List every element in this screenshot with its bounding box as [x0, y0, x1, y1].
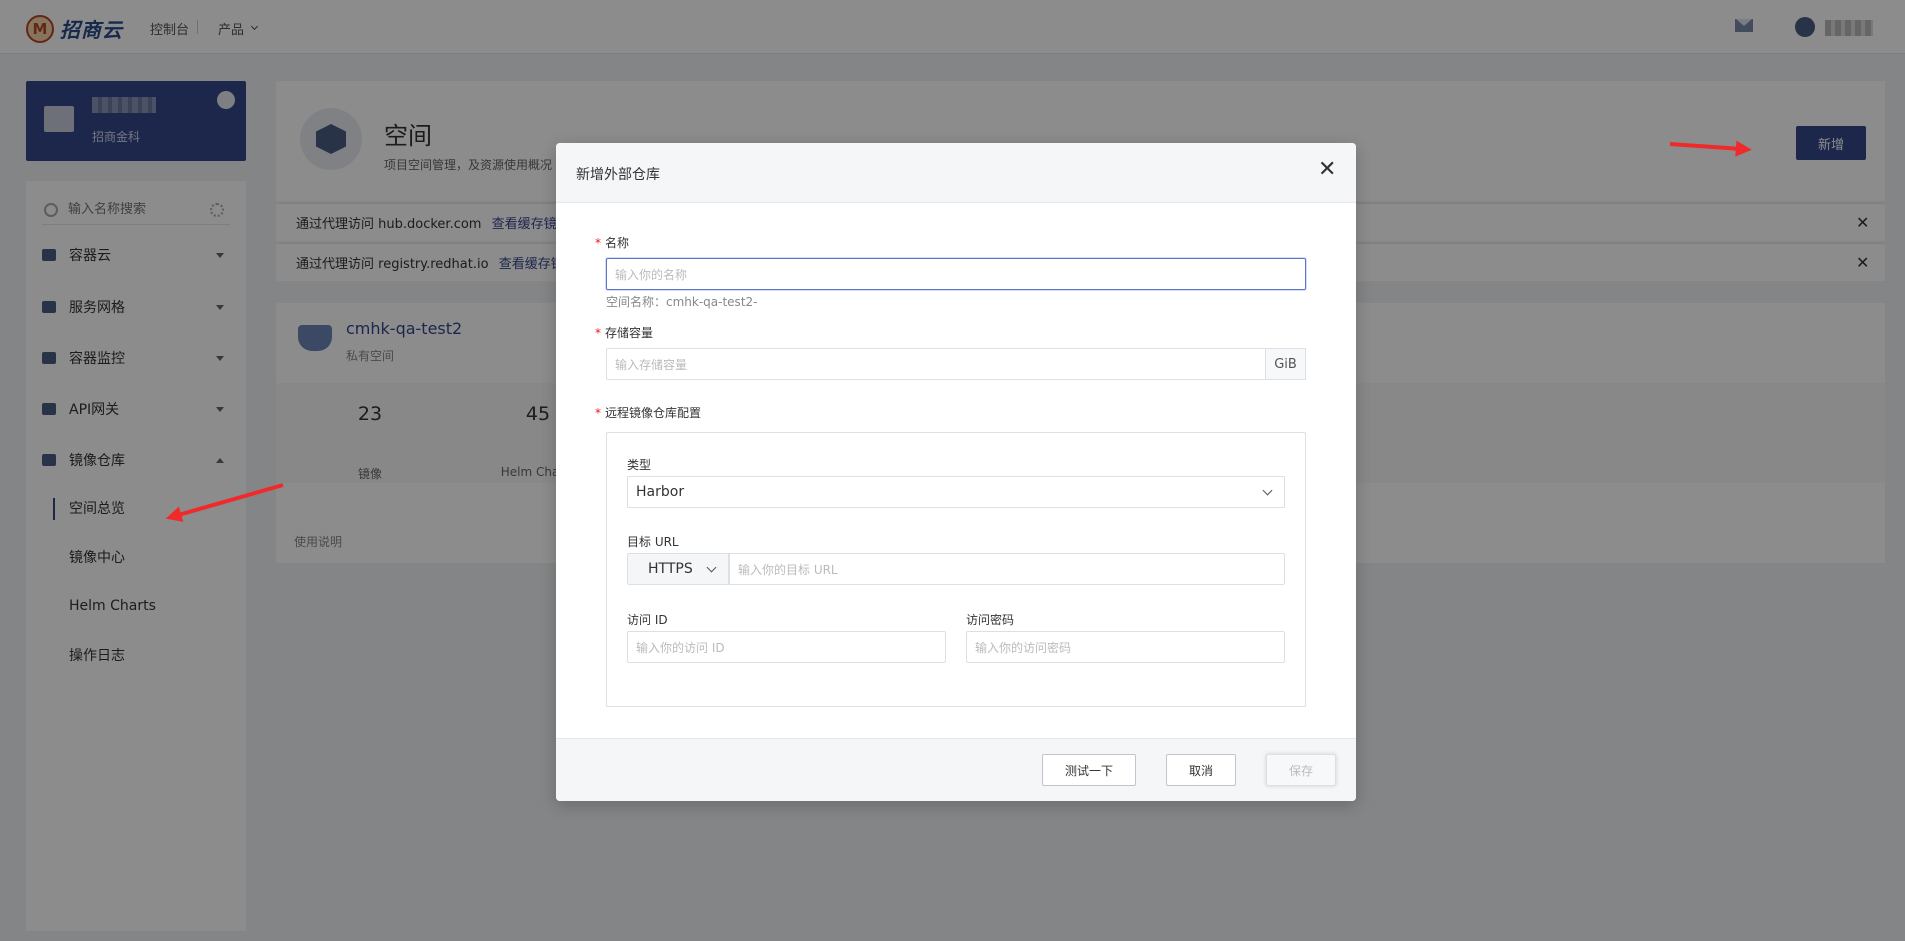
chevron-down-icon	[1262, 485, 1273, 496]
capacity-unit: GiB	[1266, 348, 1306, 380]
save-button[interactable]: 保存	[1266, 754, 1336, 786]
required-mark: *	[595, 406, 601, 420]
add-external-repo-modal: 新增外部仓库 ✕ * 名称 输入你的名称 空间名称：cmhk-qa-test2- …	[556, 143, 1356, 801]
remote-config-box: 类型 Harbor 目标 URL HTTPS 输入你的目标 URL 访问 ID …	[606, 432, 1306, 707]
chevron-down-icon	[706, 562, 717, 573]
modal-header: 新增外部仓库 ✕	[556, 143, 1356, 203]
name-input[interactable]: 输入你的名称	[606, 258, 1306, 290]
remote-config-label: * 远程镜像仓库配置	[595, 404, 701, 421]
access-secret-label: 访问密码	[966, 613, 1015, 627]
name-label-text: 名称	[605, 236, 630, 250]
required-mark: *	[595, 236, 601, 250]
cancel-button[interactable]: 取消	[1166, 754, 1236, 786]
close-icon[interactable]: ✕	[1318, 157, 1336, 182]
type-select-value: Harbor	[636, 484, 685, 500]
url-label: 目标 URL	[627, 535, 679, 549]
modal-footer: 测试一下 取消 保存	[556, 738, 1356, 801]
capacity-label-text: 存储容量	[605, 326, 654, 340]
required-mark: *	[595, 326, 601, 340]
modal-title: 新增外部仓库	[576, 167, 660, 183]
capacity-label: * 存储容量	[595, 324, 653, 341]
remote-config-label-text: 远程镜像仓库配置	[605, 406, 702, 420]
protocol-select-value: HTTPS	[648, 561, 693, 577]
type-select[interactable]: Harbor	[627, 476, 1285, 508]
access-secret-input[interactable]: 输入你的访问密码	[966, 631, 1285, 663]
access-id-label: 访问 ID	[627, 613, 668, 627]
name-hint: 空间名称：cmhk-qa-test2-	[606, 295, 758, 309]
name-label: * 名称	[595, 234, 629, 251]
url-input[interactable]: 输入你的目标 URL	[729, 553, 1285, 585]
protocol-select[interactable]: HTTPS	[627, 553, 729, 585]
access-id-input[interactable]: 输入你的访问 ID	[627, 631, 946, 663]
type-label: 类型	[627, 458, 652, 472]
test-button[interactable]: 测试一下	[1042, 754, 1136, 786]
capacity-input[interactable]: 输入存储容量	[606, 348, 1266, 380]
